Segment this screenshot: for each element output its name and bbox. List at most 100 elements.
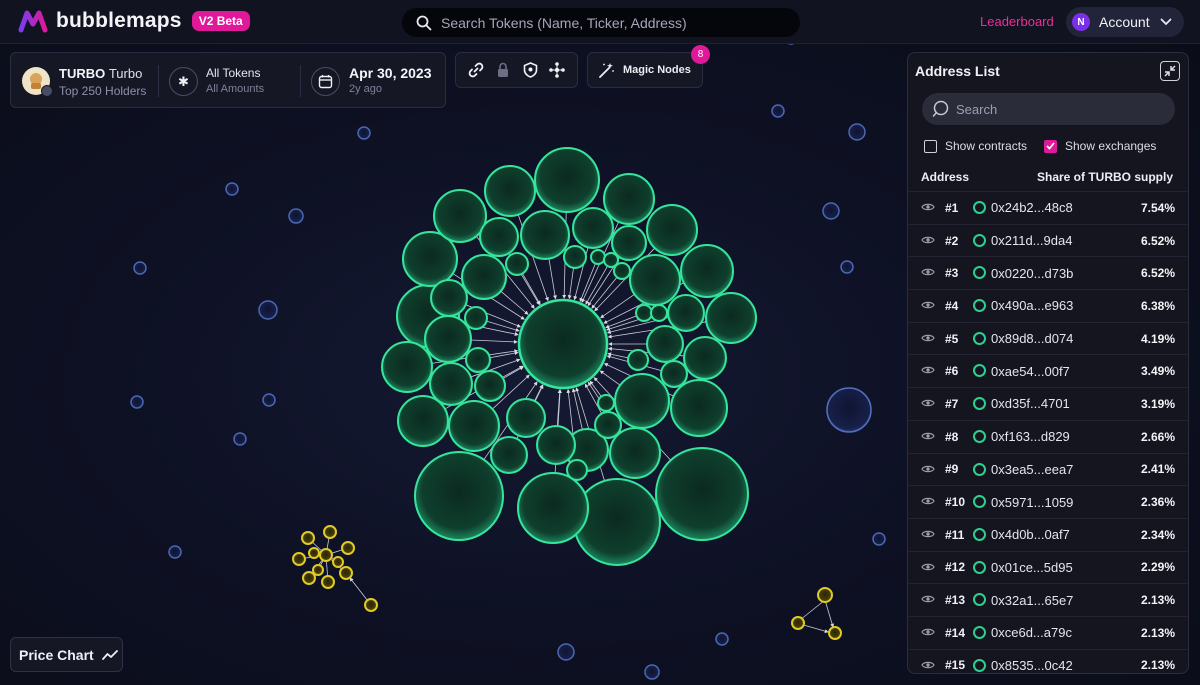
holder-bubble[interactable] [364, 598, 378, 612]
holder-bubble[interactable] [302, 571, 316, 585]
holder-bubble[interactable] [474, 370, 506, 402]
holder-bubble[interactable] [225, 182, 239, 196]
holder-bubble[interactable] [597, 394, 615, 412]
holder-bubble[interactable] [490, 436, 528, 474]
holder-bubble[interactable] [840, 260, 854, 274]
holder-bubble[interactable] [319, 548, 333, 562]
holder-bubble[interactable] [573, 478, 661, 566]
eye-icon[interactable] [921, 202, 935, 212]
holder-bubble[interactable] [629, 254, 681, 306]
holder-bubble[interactable] [262, 393, 276, 407]
holder-bubble[interactable] [430, 279, 468, 317]
eye-icon[interactable] [921, 464, 935, 474]
row-address[interactable]: 0x24b2...48c8 [991, 200, 1073, 215]
holder-bubble[interactable] [505, 252, 529, 276]
show-exchanges-toggle[interactable]: Show exchanges [1044, 139, 1156, 153]
row-address[interactable]: 0xd35f...4701 [991, 396, 1070, 411]
row-address[interactable]: 0x490a...e963 [991, 298, 1073, 313]
holder-bubble[interactable] [506, 398, 546, 438]
holder-bubble[interactable] [339, 566, 353, 580]
holder-bubble[interactable] [414, 451, 504, 541]
eye-icon[interactable] [921, 235, 935, 245]
eye-icon[interactable] [921, 398, 935, 408]
show-contracts-toggle[interactable]: Show contracts [924, 139, 1027, 153]
holder-bubble[interactable] [341, 541, 355, 555]
holder-bubble[interactable] [308, 547, 320, 559]
holder-bubble[interactable] [828, 626, 842, 640]
date-picker-button[interactable] [311, 67, 340, 96]
holder-bubble[interactable] [133, 261, 147, 275]
holder-bubble[interactable] [536, 425, 576, 465]
table-row[interactable]: #4 0x490a...e963 6.38% [908, 289, 1188, 322]
holder-bubble[interactable] [627, 349, 649, 371]
table-row[interactable]: #9 0x3ea5...eea7 2.41% [908, 452, 1188, 486]
holder-bubble[interactable] [826, 387, 872, 433]
holder-bubble[interactable] [465, 347, 491, 373]
magic-nodes-button[interactable]: Magic Nodes 8 [587, 45, 710, 88]
table-row[interactable]: #5 0x89d8...d074 4.19% [908, 321, 1188, 355]
row-address[interactable]: 0xae54...00f7 [991, 364, 1070, 379]
holder-bubble[interactable] [517, 472, 589, 544]
holder-bubble[interactable] [590, 249, 606, 265]
holder-bubble[interactable] [323, 525, 337, 539]
holder-bubble[interactable] [635, 304, 653, 322]
table-row[interactable]: #12 0x01ce...5d95 2.29% [908, 550, 1188, 584]
holder-bubble[interactable] [817, 587, 833, 603]
holder-bubble[interactable] [822, 202, 840, 220]
holder-bubble[interactable] [292, 552, 306, 566]
row-address[interactable]: 0x5971...1059 [991, 495, 1073, 510]
holder-bubble[interactable] [312, 564, 324, 576]
table-row[interactable]: #7 0xd35f...4701 3.19% [908, 387, 1188, 420]
holder-bubble[interactable] [321, 575, 335, 589]
holder-bubble[interactable] [614, 373, 670, 429]
holder-bubble[interactable] [429, 362, 473, 406]
table-row[interactable]: #8 0xf163...d829 2.66% [908, 419, 1188, 453]
holder-bubble[interactable] [613, 262, 631, 280]
holder-bubble[interactable] [130, 395, 144, 409]
table-row[interactable]: #14 0xce6d...a79c 2.13% [908, 615, 1188, 649]
table-row[interactable]: #10 0x5971...1059 2.36% [908, 485, 1188, 518]
holder-bubble[interactable] [301, 531, 315, 545]
address-search-input[interactable]: Search [922, 93, 1175, 125]
eye-icon[interactable] [921, 529, 935, 539]
filter-title[interactable]: All Tokens [206, 66, 260, 80]
holder-bubble[interactable] [433, 189, 487, 243]
table-row[interactable]: #3 0x0220...d73b 6.52% [908, 256, 1188, 289]
holder-bubble[interactable] [258, 300, 278, 320]
holder-bubble[interactable] [670, 379, 728, 437]
holder-bubble[interactable] [534, 147, 600, 213]
holder-bubble[interactable] [771, 104, 785, 118]
holder-bubble[interactable] [233, 432, 247, 446]
holder-bubble[interactable] [563, 245, 587, 269]
row-address[interactable]: 0x4d0b...0af7 [991, 527, 1070, 542]
logo[interactable]: bubblemaps V2 Beta [18, 9, 250, 33]
holder-bubble[interactable] [168, 545, 182, 559]
row-address[interactable]: 0x211d...9da4 [991, 233, 1072, 248]
eye-icon[interactable] [921, 267, 935, 277]
holder-bubble[interactable] [848, 123, 866, 141]
eye-icon[interactable] [921, 365, 935, 375]
row-address[interactable]: 0x32a1...65e7 [991, 593, 1073, 608]
row-address[interactable]: 0x01ce...5d95 [991, 560, 1073, 575]
holder-bubble[interactable] [594, 411, 622, 439]
holder-bubble[interactable] [557, 643, 575, 661]
network-button[interactable] [546, 59, 568, 81]
holder-bubble[interactable] [705, 292, 757, 344]
holder-bubble[interactable] [332, 556, 344, 568]
holder-bubble[interactable] [572, 207, 614, 249]
holder-bubble[interactable] [655, 447, 749, 541]
holder-bubble[interactable] [461, 254, 507, 300]
holder-bubble[interactable] [381, 341, 433, 393]
holder-bubble[interactable] [667, 294, 705, 332]
table-row[interactable]: #1 0x24b2...48c8 7.54% [908, 191, 1188, 224]
holder-bubble[interactable] [683, 336, 727, 380]
holder-bubble[interactable] [479, 217, 519, 257]
eye-icon[interactable] [921, 333, 935, 343]
holder-bubble[interactable] [646, 325, 684, 363]
eye-icon[interactable] [921, 496, 935, 506]
show-exchanges-checkbox[interactable] [1044, 139, 1057, 153]
table-row[interactable]: #15 0x8535...0c42 2.13% [908, 648, 1188, 673]
all-tokens-filter-button[interactable]: ✱ [169, 67, 198, 96]
holder-bubble[interactable] [484, 165, 536, 217]
holder-bubble[interactable] [357, 126, 371, 140]
